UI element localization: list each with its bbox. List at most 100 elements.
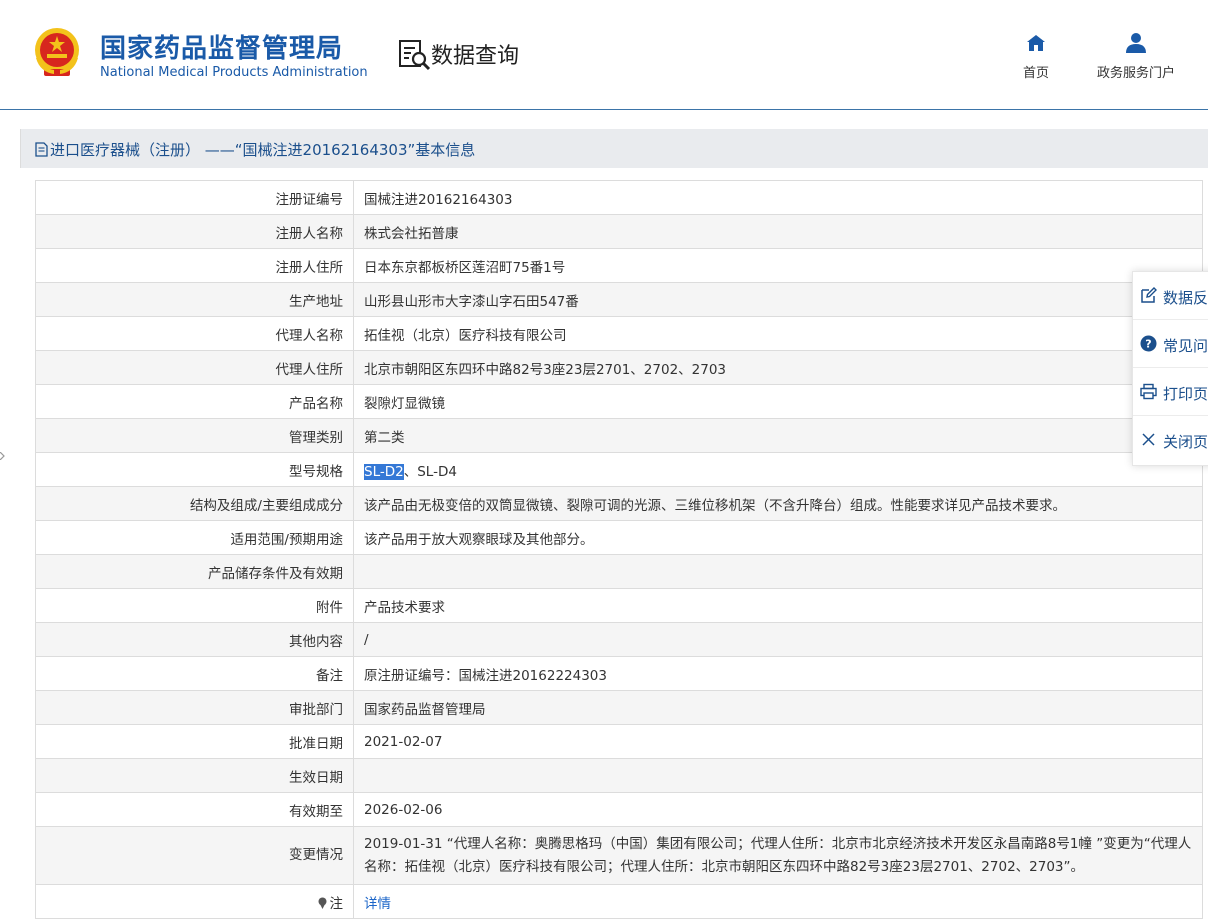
close-page-label: 关闭页 xyxy=(1163,433,1208,451)
pin-icon xyxy=(318,897,326,909)
field-value: 详情 xyxy=(353,884,1203,919)
field-value: 拓佳视（北京）医疗科技有限公司 xyxy=(353,316,1203,351)
field-label: 管理类别 xyxy=(35,418,354,453)
field-value: 山形县山形市大字漆山字石田547番 xyxy=(353,282,1203,317)
field-value: 该产品用于放大观察眼球及其他部分。 xyxy=(353,520,1203,555)
table-row: 有效期至 2026-02-06 xyxy=(35,792,1203,827)
field-label: 生产地址 xyxy=(35,282,354,317)
field-label: 注册证编号 xyxy=(35,180,354,215)
national-emblem-icon xyxy=(35,28,79,76)
field-value: 产品技术要求 xyxy=(353,588,1203,623)
field-value: 2026-02-06 xyxy=(353,792,1203,827)
field-value: 株式会社拓普康 xyxy=(353,214,1203,249)
field-value: / xyxy=(353,622,1203,657)
model-rest-text: 、SL-D4 xyxy=(403,463,457,480)
table-row: 代理人名称 拓佳视（北京）医疗科技有限公司 xyxy=(35,316,1203,351)
table-row: 附件 产品技术要求 xyxy=(35,588,1203,623)
home-icon xyxy=(1027,35,1045,51)
faq-button[interactable]: ? 常见问 xyxy=(1133,320,1208,368)
table-row: 代理人住所 北京市朝阳区东四环中路82号3座23层2701、2702、2703 xyxy=(35,350,1203,385)
svg-text:?: ? xyxy=(1145,338,1151,351)
table-row: 产品储存条件及有效期 xyxy=(35,554,1203,589)
site-header: 国家药品监督管理局 National Medical Products Admi… xyxy=(0,0,1208,110)
registration-info-table: 注册证编号 国械注进20162164303 注册人名称 株式会社拓普康 注册人住所日… xyxy=(35,180,1203,919)
question-icon: ? xyxy=(1140,335,1157,352)
field-label: 注册人名称 xyxy=(35,214,354,249)
nav-portal-label: 政务服务门户 xyxy=(1096,66,1175,81)
table-row: 注册证编号 国械注进20162164303 xyxy=(35,180,1203,215)
field-value: 2019-01-31 “代理人名称：奥腾思格玛（中国）集团有限公司；代理人住所：… xyxy=(353,826,1203,885)
table-row: 适用范围/预期用途 该产品用于放大观察眼球及其他部分。 xyxy=(35,520,1203,555)
table-row: 注 详情 xyxy=(35,884,1203,919)
table-row: 审批部门 国家药品监督管理局 xyxy=(35,690,1203,725)
table-row: 变更情况 2019-01-31 “代理人名称：奥腾思格玛（中国）集团有限公司；代理… xyxy=(35,826,1203,885)
field-label: 备注 xyxy=(35,656,354,691)
table-row: 管理类别 第二类 xyxy=(35,418,1203,453)
table-row: 注册人名称 株式会社拓普康 xyxy=(35,214,1203,249)
nav-portal-link[interactable]: 政务服务门户 xyxy=(1090,32,1182,81)
field-value xyxy=(353,554,1203,589)
note-label: 注 xyxy=(329,895,344,912)
table-row: 型号规格 SL-D2、SL-D4 xyxy=(35,452,1203,487)
field-label: 审批部门 xyxy=(35,690,354,725)
field-value: 国家药品监督管理局 xyxy=(353,690,1203,725)
close-page-button[interactable]: 关闭页 xyxy=(1133,416,1208,464)
field-label: 代理人名称 xyxy=(35,316,354,351)
selected-text[interactable]: SL-D2 xyxy=(364,463,404,480)
table-row: 备注 原注册证编号：国械注进20162224303 xyxy=(35,656,1203,691)
org-name-en: National Medical Products Administration xyxy=(100,65,368,80)
document-icon xyxy=(35,142,48,157)
field-label: 产品名称 xyxy=(35,384,354,419)
field-value: 该产品由无极变倍的双筒显微镜、裂隙可调的光源、三维位移机架（不含升降台）组成。性… xyxy=(353,486,1203,521)
feedback-button[interactable]: 数据反 xyxy=(1133,272,1208,320)
field-label: 注册人住所 xyxy=(35,248,354,283)
field-label: 型号规格 xyxy=(35,452,354,487)
field-label: 生效日期 xyxy=(35,758,354,793)
nav-home-link[interactable]: 首页 xyxy=(1018,32,1054,81)
table-row: 批准日期 2021-02-07 xyxy=(35,724,1203,759)
field-value: 第二类 xyxy=(353,418,1203,453)
field-value xyxy=(353,758,1203,793)
field-label: 适用范围/预期用途 xyxy=(35,520,354,555)
nav-home-label: 首页 xyxy=(1022,66,1049,81)
section-title: 进口医疗器械（注册） ——“国械注进20162164303”基本信息 xyxy=(35,139,475,160)
field-label: 结构及组成/主要组成成分 xyxy=(35,486,354,521)
edit-icon xyxy=(1141,287,1157,303)
table-row: 生产地址 山形县山形市大字漆山字石田547番 xyxy=(35,282,1203,317)
chevron-right-icon[interactable] xyxy=(0,452,5,460)
field-label: 注 xyxy=(35,884,354,919)
field-label: 有效期至 xyxy=(35,792,354,827)
printer-icon xyxy=(1140,383,1157,400)
field-value: 北京市朝阳区东四环中路82号3座23层2701、2702、2703 xyxy=(353,350,1203,385)
close-icon xyxy=(1142,433,1155,446)
field-label: 变更情况 xyxy=(35,826,354,885)
data-query-icon xyxy=(399,40,431,71)
user-icon xyxy=(1126,33,1146,53)
field-label: 产品储存条件及有效期 xyxy=(35,554,354,589)
table-row: 注册人住所 日本东京都板桥区莲沼町75番1号 xyxy=(35,248,1203,283)
print-label: 打印页 xyxy=(1163,385,1208,403)
field-label: 代理人住所 xyxy=(35,350,354,385)
field-label: 其他内容 xyxy=(35,622,354,657)
print-button[interactable]: 打印页 xyxy=(1133,368,1208,416)
field-value: 国械注进20162164303 xyxy=(353,180,1203,215)
field-value: 原注册证编号：国械注进20162224303 xyxy=(353,656,1203,691)
details-link[interactable]: 详情 xyxy=(364,896,391,912)
org-name-cn: 国家药品监督管理局 xyxy=(100,34,344,64)
floating-tools-panel: 数据反 ? 常见问 打印页 关闭页 xyxy=(1132,271,1208,466)
table-row: 产品名称 裂隙灯显微镜 xyxy=(35,384,1203,419)
table-row: 其他内容 / xyxy=(35,622,1203,657)
feedback-label: 数据反 xyxy=(1163,289,1208,307)
field-label: 批准日期 xyxy=(35,724,354,759)
field-value: SL-D2、SL-D4 xyxy=(353,452,1203,487)
field-value: 日本东京都板桥区莲沼町75番1号 xyxy=(353,248,1203,283)
section-title-text: 进口医疗器械（注册） ——“国械注进20162164303”基本信息 xyxy=(50,141,476,159)
faq-label: 常见问 xyxy=(1163,337,1208,355)
section-header: 进口医疗器械（注册） ——“国械注进20162164303”基本信息 xyxy=(20,129,1208,168)
table-row: 生效日期 xyxy=(35,758,1203,793)
page-heading: 数据查询 xyxy=(431,44,520,69)
table-row: 结构及组成/主要组成成分 该产品由无极变倍的双筒显微镜、裂隙可调的光源、三维位移机… xyxy=(35,486,1203,521)
field-value: 2021-02-07 xyxy=(353,724,1203,759)
field-value: 裂隙灯显微镜 xyxy=(353,384,1203,419)
field-label: 附件 xyxy=(35,588,354,623)
